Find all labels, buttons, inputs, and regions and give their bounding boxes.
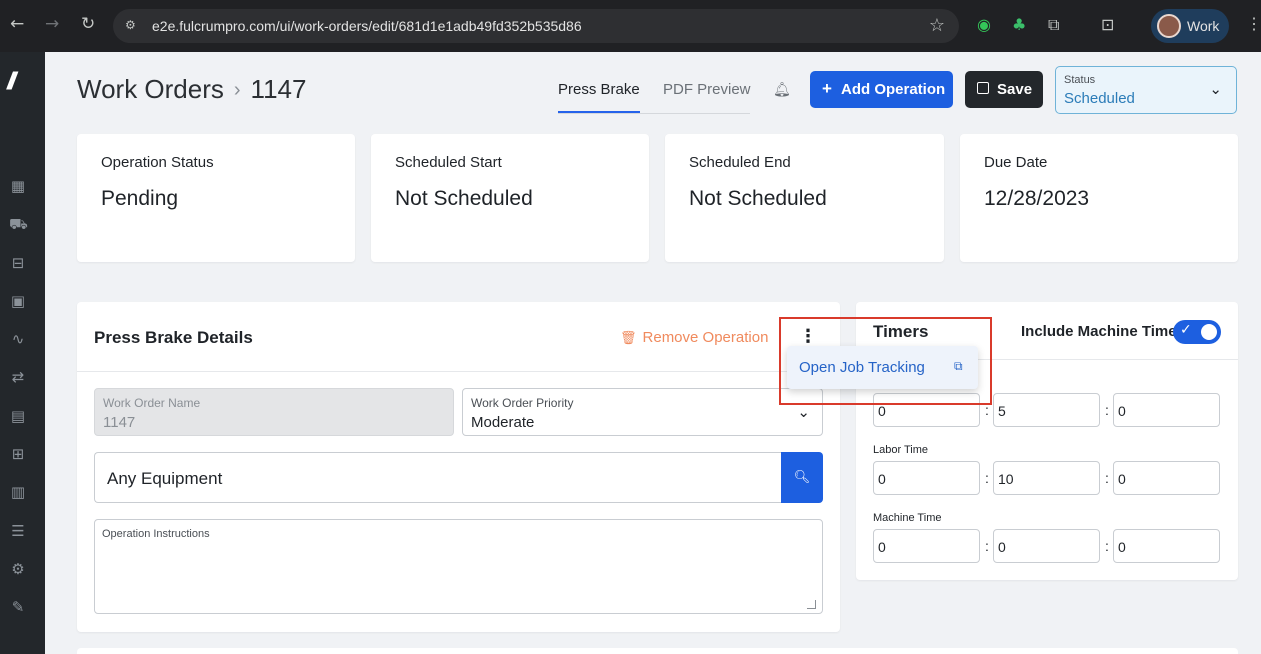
- cart-icon[interactable]: ⛟: [9, 215, 28, 233]
- tab-bar: Press Brake PDF Preview: [558, 70, 751, 114]
- dashboard-icon[interactable]: ▦: [9, 177, 27, 195]
- work-order-name-field: Work Order Name 1147: [94, 388, 454, 436]
- tab-search-icon[interactable]: ⊡: [1101, 15, 1114, 34]
- address-bar[interactable]: ⚙ e2e.fulcrumpro.com/ui/work-orders/edit…: [113, 9, 959, 43]
- remove-operation-button[interactable]: 🗑︎ Remove Operation: [620, 329, 768, 346]
- breadcrumb-chevron-icon: ›: [233, 79, 241, 101]
- equipment-search-button[interactable]: 🔍︎: [781, 452, 823, 503]
- field-caption: Work Order Name: [103, 396, 201, 410]
- status-caption: Status: [1064, 74, 1096, 86]
- status-select[interactable]: Status Scheduled ⌄: [1055, 66, 1237, 114]
- breadcrumb: Work Orders › 1147: [77, 74, 306, 105]
- stat-card-operation-status: Operation Status Pending: [77, 134, 355, 262]
- machine-time-label: Machine Time: [873, 512, 942, 524]
- time-separator: :: [985, 470, 989, 486]
- labor-seconds-input[interactable]: 0: [1113, 461, 1220, 495]
- breadcrumb-root[interactable]: Work Orders: [77, 74, 224, 104]
- app-logo[interactable]: //: [7, 68, 17, 96]
- transfer-icon[interactable]: ⇄: [9, 368, 27, 386]
- stat-label: Scheduled End: [689, 154, 791, 171]
- activity-icon[interactable]: ∿: [9, 330, 27, 348]
- details-title: Press Brake Details: [94, 328, 253, 347]
- site-settings-icon[interactable]: ⚙: [125, 18, 139, 32]
- tab-press-brake[interactable]: Press Brake: [558, 81, 640, 98]
- chart-icon[interactable]: ▥: [9, 483, 27, 501]
- inventory-icon[interactable]: ⊟: [9, 254, 27, 272]
- url-text: e2e.fulcrumpro.com/ui/work-orders/edit/6…: [152, 18, 582, 34]
- extension-icon[interactable]: ◉: [977, 15, 991, 34]
- resize-handle-icon[interactable]: [807, 600, 816, 609]
- field-caption: Work Order Priority: [471, 396, 574, 410]
- plus-icon: +: [822, 79, 832, 98]
- field-caption: Operation Instructions: [102, 528, 210, 540]
- operation-instructions-textarea[interactable]: Operation Instructions: [94, 519, 823, 614]
- time-separator: :: [1105, 470, 1109, 486]
- time-separator: :: [985, 538, 989, 554]
- setup-minutes-input[interactable]: 5: [993, 393, 1100, 427]
- machine-minutes-input[interactable]: 0: [993, 529, 1100, 563]
- stat-label: Operation Status: [101, 154, 214, 171]
- calculator-icon[interactable]: ▤: [9, 407, 27, 425]
- back-icon[interactable]: ←: [10, 14, 24, 34]
- chevron-down-icon: ⌄: [1209, 80, 1222, 98]
- stat-value: Pending: [101, 187, 179, 210]
- next-panel: [77, 648, 1238, 654]
- stat-card-due-date: Due Date 12/28/2023: [960, 134, 1238, 262]
- settings-icon[interactable]: ⚙: [9, 560, 27, 578]
- search-icon: 🔍︎: [793, 470, 811, 485]
- calendar-icon[interactable]: ▣: [9, 292, 27, 310]
- browser-toolbar: ← → ↻ ⚙ e2e.fulcrumpro.com/ui/work-order…: [0, 0, 1261, 52]
- forward-icon[interactable]: →: [45, 14, 59, 34]
- include-machine-time-label: Include Machine Time: [1021, 323, 1177, 340]
- stat-value: 12/28/2023: [984, 187, 1090, 210]
- labor-hours-input[interactable]: 0: [873, 461, 980, 495]
- field-value: Moderate: [471, 414, 535, 431]
- stat-value: Not Scheduled: [395, 187, 533, 210]
- equipment-value: Any Equipment: [107, 469, 223, 488]
- chevron-down-icon: ⌄: [797, 403, 810, 421]
- bookmark-star-icon[interactable]: ☆: [929, 15, 945, 36]
- stat-label: Scheduled Start: [395, 154, 502, 171]
- equipment-input[interactable]: Any Equipment: [94, 452, 782, 503]
- toggle-knob: [1201, 324, 1217, 340]
- stat-label: Due Date: [984, 154, 1048, 171]
- machine-hours-input[interactable]: 0: [873, 529, 980, 563]
- stat-card-scheduled-start: Scheduled Start Not Scheduled: [371, 134, 649, 262]
- tab-pdf-preview[interactable]: PDF Preview: [663, 81, 751, 98]
- work-order-priority-select[interactable]: Work Order Priority Moderate ⌄: [462, 388, 823, 436]
- labor-minutes-input[interactable]: 10: [993, 461, 1100, 495]
- time-separator: :: [1105, 402, 1109, 418]
- active-tab-indicator: [558, 111, 640, 113]
- save-button[interactable]: Save: [965, 71, 1043, 108]
- avatar: [1157, 14, 1181, 38]
- list-icon[interactable]: ☰: [9, 522, 27, 540]
- include-machine-time-toggle[interactable]: ✓: [1173, 320, 1221, 344]
- hierarchy-icon[interactable]: ⊞: [9, 445, 27, 463]
- profile-label: Work: [1187, 18, 1220, 34]
- check-icon: ✓: [1180, 322, 1192, 338]
- extensions-puzzle-icon[interactable]: ⧉: [1048, 15, 1059, 35]
- extension-palm-icon[interactable]: ♣: [1012, 15, 1026, 34]
- status-value: Scheduled: [1064, 90, 1135, 107]
- stat-card-scheduled-end: Scheduled End Not Scheduled: [665, 134, 944, 262]
- browser-menu-icon[interactable]: ⋮: [1246, 14, 1261, 34]
- add-operation-button[interactable]: + Add Operation: [810, 71, 953, 108]
- machine-seconds-input[interactable]: 0: [1113, 529, 1220, 563]
- save-icon: [977, 82, 989, 94]
- app-sidebar: // ▦ ⛟ ⊟ ▣ ∿ ⇄ ▤ ⊞ ▥ ☰ ⚙ ✎: [0, 52, 45, 654]
- divider: [77, 371, 840, 372]
- breadcrumb-current: 1147: [250, 74, 307, 104]
- trash-icon: 🗑︎: [620, 331, 637, 346]
- labor-time-label: Labor Time: [873, 444, 929, 456]
- field-value: 1147: [103, 414, 136, 431]
- wrench-icon[interactable]: ✎: [9, 598, 27, 616]
- annotation-highlight-box: [779, 317, 992, 405]
- bell-icon[interactable]: 🔔︎: [773, 82, 791, 98]
- setup-seconds-input[interactable]: 0: [1113, 393, 1220, 427]
- stat-value: Not Scheduled: [689, 187, 827, 210]
- profile-chip[interactable]: Work: [1151, 9, 1229, 43]
- reload-icon[interactable]: ↻: [81, 14, 95, 34]
- time-separator: :: [1105, 538, 1109, 554]
- press-brake-details-panel: Press Brake Details 🗑︎ Remove Operation ⋮…: [77, 302, 840, 632]
